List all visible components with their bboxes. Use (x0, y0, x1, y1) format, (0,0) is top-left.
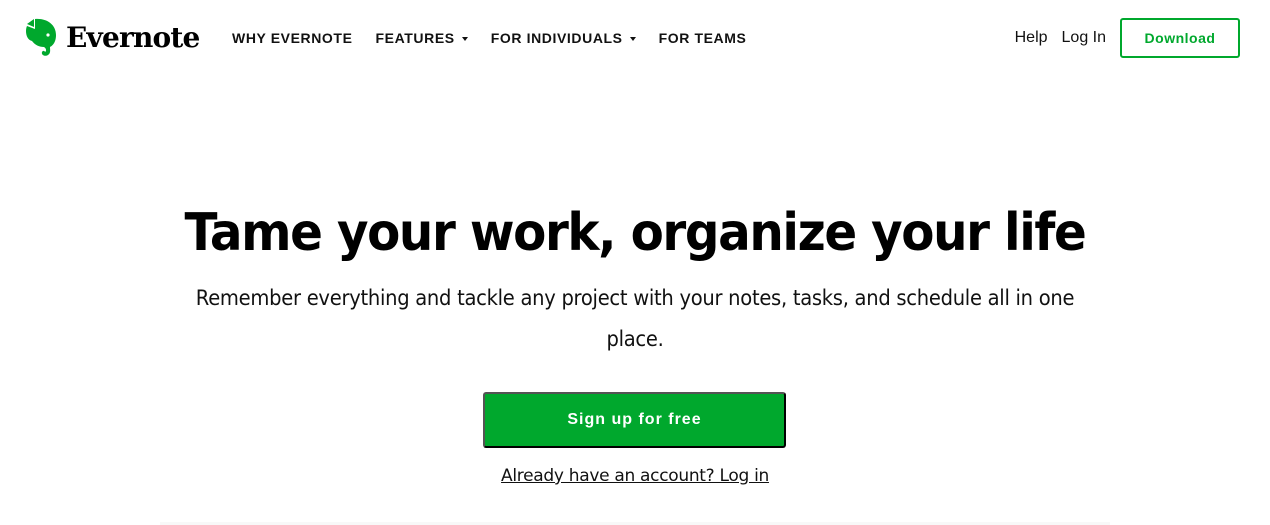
signup-button[interactable]: Sign up for free (483, 392, 786, 448)
caret-down-icon (461, 37, 468, 41)
elephant-icon (24, 18, 58, 58)
nav-label: FEATURES (375, 30, 455, 46)
download-button[interactable]: Download (1120, 18, 1240, 58)
login-link[interactable]: Log In (1062, 29, 1106, 47)
nav-for-teams[interactable]: FOR TEAMS (659, 29, 747, 47)
main-nav: WHY EVERNOTE FEATURES FOR INDIVIDUALS FO… (232, 29, 769, 47)
nav-label: WHY EVERNOTE (232, 30, 353, 46)
hero-title: Tame your work, organize your life (184, 203, 1087, 263)
site-header: Evernote WHY EVERNOTE FEATURES FOR INDIV… (0, 0, 1270, 78)
caret-down-icon (629, 37, 636, 41)
help-link[interactable]: Help (1015, 29, 1048, 47)
nav-label: FOR INDIVIDUALS (490, 30, 623, 46)
hero-subtitle: Remember everything and tackle any proje… (195, 286, 1075, 351)
nav-why-evernote[interactable]: WHY EVERNOTE (232, 29, 353, 47)
brand-name: Evernote (66, 21, 200, 54)
hero-section: Tame your work, organize your life Remem… (0, 200, 1270, 360)
existing-account-login-link[interactable]: Already have an account? Log in (501, 466, 769, 486)
login-prompt: Already have an account? Log in (0, 466, 1270, 486)
nav-label: FOR TEAMS (658, 30, 747, 46)
evernote-logo[interactable]: Evernote (24, 18, 200, 58)
nav-for-individuals[interactable]: FOR INDIVIDUALS (491, 29, 636, 47)
header-actions: Help Log In Download (1015, 18, 1240, 58)
nav-features[interactable]: FEATURES (376, 29, 468, 47)
